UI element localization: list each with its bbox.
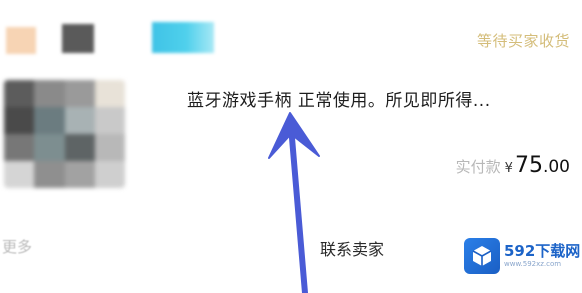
cube-icon <box>464 238 500 274</box>
site-watermark: 592下载网 www.592xz.com <box>464 236 582 276</box>
watermark-brand: 592下载网 <box>504 242 581 260</box>
watermark-url: www.592xz.com <box>504 260 562 268</box>
